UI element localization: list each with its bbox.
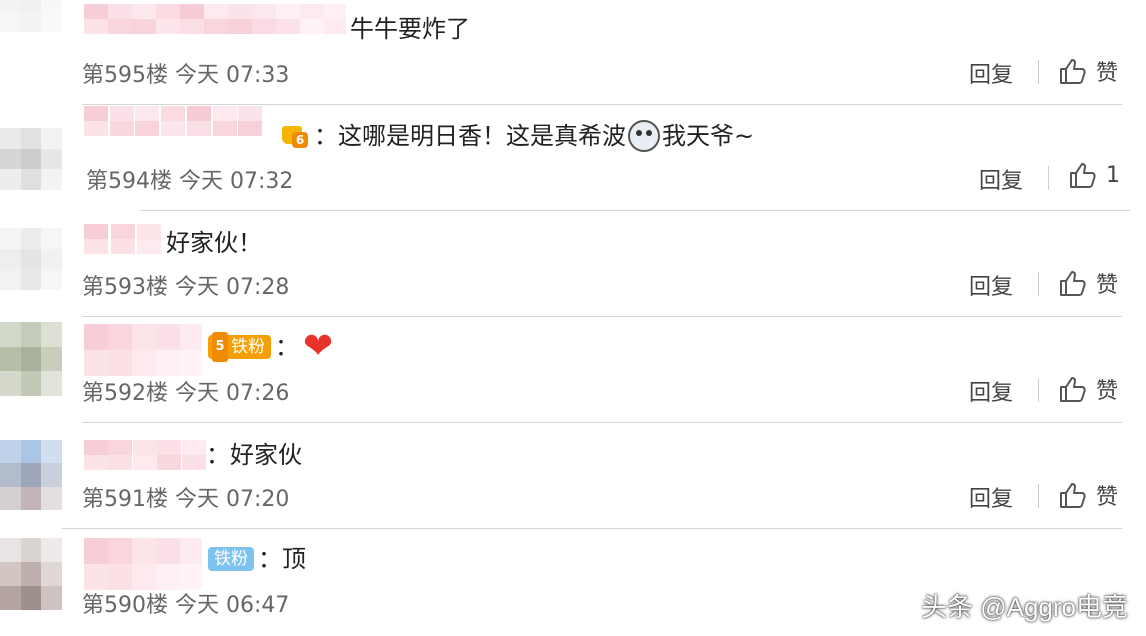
thumbs-up-icon: [1060, 271, 1086, 296]
floor-number: 第591楼: [82, 487, 168, 512]
username-blurred[interactable]: [84, 106, 264, 136]
username-blurred[interactable]: [84, 324, 202, 376]
separator: [1048, 166, 1049, 190]
floor-number: 第592楼: [82, 381, 168, 406]
comment-meta: 第594楼 今天 07:32: [86, 163, 293, 195]
comment-text: 好家伙！: [166, 228, 262, 258]
thumbs-up-icon: [1060, 377, 1086, 402]
separator: [1038, 272, 1039, 296]
separator: [1038, 484, 1039, 508]
avatar[interactable]: [0, 538, 62, 610]
divider: [82, 422, 1122, 423]
comment-meta: 第591楼 今天 07:20: [82, 481, 289, 513]
fan-badge: 铁粉: [208, 547, 254, 571]
comment-content: 顶: [282, 545, 306, 573]
comment-item: ： 好家伙 第591楼 今天 07:20 回复 赞: [0, 424, 1146, 530]
separator: [1038, 378, 1039, 402]
divider: [140, 210, 1130, 211]
fan-level-badge: 5 铁粉: [208, 332, 271, 362]
avatar[interactable]: [0, 128, 62, 190]
divider: [62, 528, 1122, 529]
like-button[interactable]: 赞: [1058, 373, 1118, 405]
floor-number: 第595楼: [82, 63, 168, 88]
comment-item: 牛牛要炸了 第595楼 今天 07:33 回复 赞: [0, 0, 1146, 106]
comment-content: 这哪是明日香！这是真希波: [338, 122, 626, 150]
comment-content: 牛牛要炸了: [350, 15, 470, 43]
floor-number: 第590楼: [82, 593, 168, 618]
like-button[interactable]: 赞: [1058, 55, 1118, 87]
comment-item: 6 ： 这哪是明日香！这是真希波 我天爷~ 第594楼 今天 07:32 回复 …: [0, 106, 1146, 212]
divider: [82, 316, 1122, 317]
like-label: 赞: [1096, 61, 1119, 86]
comment-time: 今天 07:28: [175, 275, 290, 300]
reply-button[interactable]: 回复: [979, 163, 1023, 195]
avatar[interactable]: [0, 0, 62, 32]
comment-content-2: 我天爷~: [662, 122, 755, 150]
colon: ：: [275, 333, 299, 361]
floor-number: 第594楼: [86, 169, 172, 194]
separator: [1038, 60, 1039, 84]
comment-meta: 第593楼 今天 07:28: [82, 269, 289, 301]
avatar[interactable]: [0, 228, 62, 290]
reply-button[interactable]: 回复: [969, 269, 1013, 301]
comment-time: 今天 07:20: [175, 487, 290, 512]
comment-meta: 第595楼 今天 07:33: [82, 57, 289, 89]
username-blurred[interactable]: [84, 224, 164, 254]
thumbs-up-icon: [1070, 163, 1096, 188]
comment-item: 好家伙！ 第593楼 今天 07:28 回复 赞: [0, 212, 1146, 318]
watermark: 头条 @Aggro电竞: [921, 592, 1128, 622]
comment-meta: 第590楼 今天 06:47: [82, 587, 289, 619]
like-count: 1: [1106, 162, 1120, 188]
comment-time: 今天 07:33: [175, 63, 290, 88]
username-blurred[interactable]: [84, 538, 202, 590]
comment-text: ： 好家伙: [206, 440, 302, 470]
colon: ：: [314, 122, 338, 150]
comment-text: 5 铁粉 ： ❤: [208, 326, 334, 367]
comment-text: 牛牛要炸了: [350, 14, 470, 44]
colon: ：: [258, 545, 282, 573]
reply-button[interactable]: 回复: [969, 375, 1013, 407]
colon: ：: [206, 441, 230, 469]
like-button[interactable]: 赞: [1058, 479, 1118, 511]
avatar[interactable]: [0, 440, 62, 510]
comment-text: 6 ： 这哪是明日香！这是真希波 我天爷~: [280, 120, 754, 152]
like-label: 赞: [1096, 379, 1119, 404]
comment-content: 好家伙: [230, 441, 302, 469]
comment-time: 今天 06:47: [175, 593, 290, 618]
username-blurred[interactable]: [84, 4, 346, 34]
like-label: 赞: [1096, 273, 1119, 298]
shocked-face-emoji: [628, 120, 660, 152]
like-button[interactable]: 赞: [1058, 267, 1118, 299]
comment-content: 好家伙！: [166, 229, 262, 257]
crown-level-icon: 6: [280, 124, 310, 148]
reply-button[interactable]: 回复: [969, 57, 1013, 89]
avatar[interactable]: [0, 322, 62, 396]
comment-meta: 第592楼 今天 07:26: [82, 375, 289, 407]
comment-time: 今天 07:32: [179, 169, 294, 194]
username-blurred[interactable]: [84, 440, 206, 470]
comment-item: 5 铁粉 ： ❤ 第592楼 今天 07:26 回复 赞: [0, 318, 1146, 424]
divider: [82, 104, 1122, 105]
thumbs-up-icon: [1060, 483, 1086, 508]
floor-number: 第593楼: [82, 275, 168, 300]
like-label: 赞: [1096, 485, 1119, 510]
like-button[interactable]: 1: [1068, 161, 1120, 189]
reply-button[interactable]: 回复: [969, 481, 1013, 513]
heart-emoji: ❤: [303, 326, 334, 367]
comment-text: 铁粉 ： 顶: [208, 544, 306, 574]
thumbs-up-icon: [1060, 59, 1086, 84]
comment-time: 今天 07:26: [175, 381, 290, 406]
